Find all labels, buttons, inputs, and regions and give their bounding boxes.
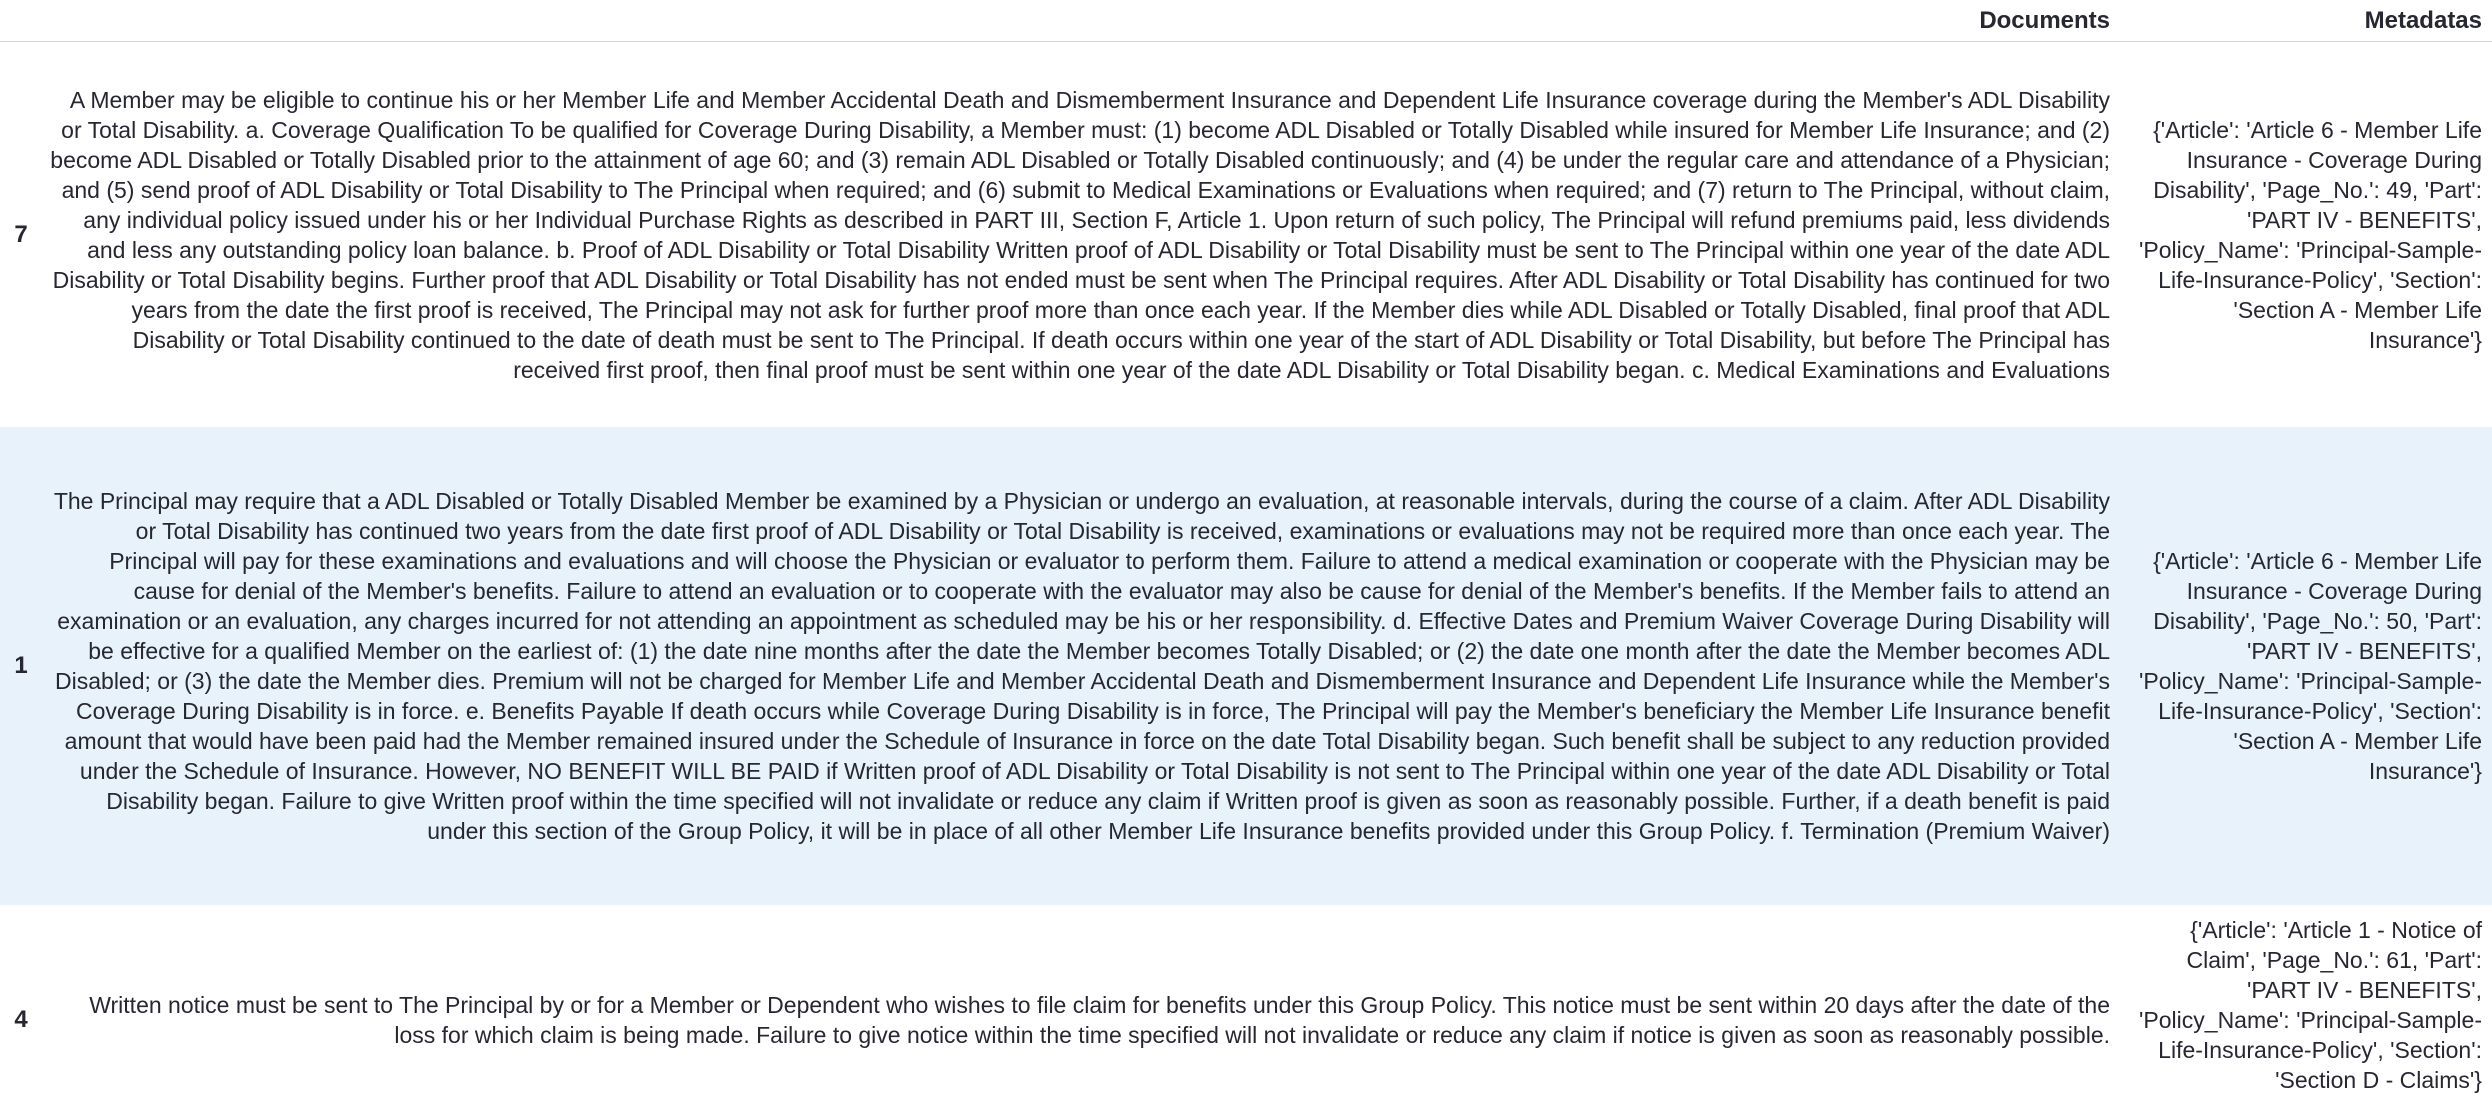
row-index: 4 (14, 1006, 28, 1033)
row-index: 1 (14, 652, 28, 679)
row-index: 7 (14, 221, 28, 248)
document-cell[interactable]: A Member may be eligible to continue his… (42, 85, 2112, 385)
metadata-cell[interactable]: {'Article': 'Article 1 - Notice of Claim… (2112, 915, 2492, 1095)
header-metadatas[interactable]: Metadatas (2112, 6, 2492, 36)
table-header: Documents Metadatas (0, 0, 2492, 42)
document-cell[interactable]: Written notice must be sent to The Princ… (42, 990, 2112, 1050)
metadata-cell[interactable]: {'Article': 'Article 6 - Member Life Ins… (2112, 546, 2492, 786)
documents-table: Documents Metadatas 7 A Member may be el… (0, 0, 2492, 1106)
document-cell[interactable]: The Principal may require that a ADL Dis… (42, 486, 2112, 846)
table-row: 4 Written notice must be sent to The Pri… (0, 905, 2492, 1106)
table-row: 1 The Principal may require that a ADL D… (0, 427, 2492, 905)
metadata-cell[interactable]: {'Article': 'Article 6 - Member Life Ins… (2112, 115, 2492, 355)
header-documents[interactable]: Documents (42, 6, 2112, 36)
table-row: 7 A Member may be eligible to continue h… (0, 43, 2492, 427)
